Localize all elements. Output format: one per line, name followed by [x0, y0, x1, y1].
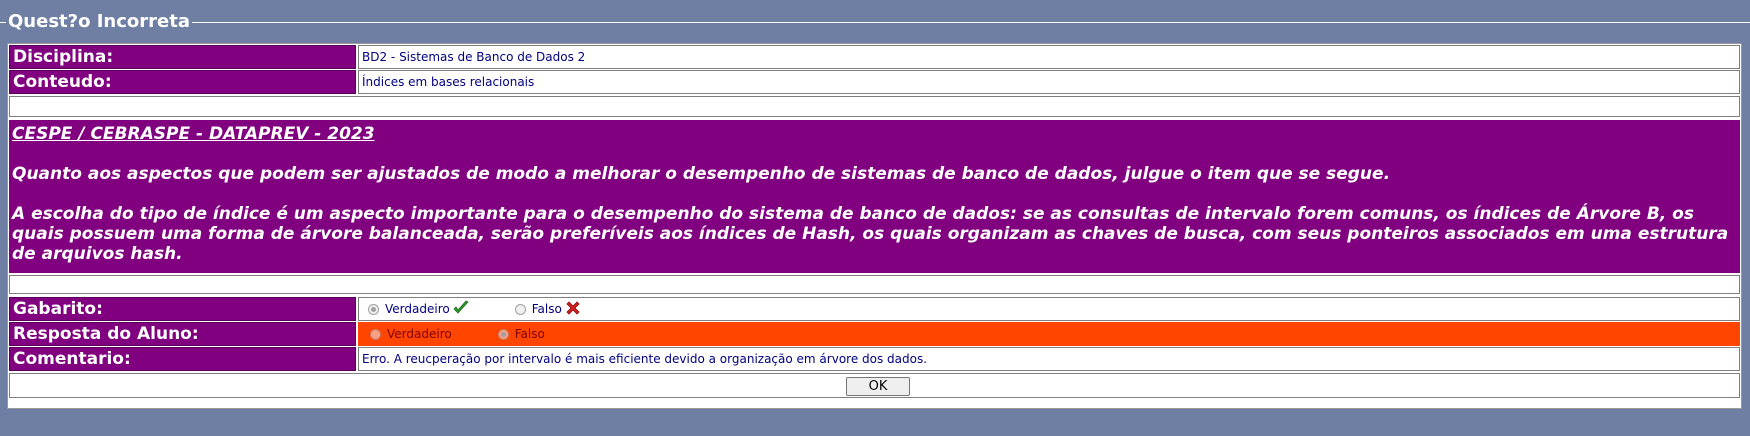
disciplina-label: Disciplina:: [9, 45, 356, 69]
panel-title: Quest?o Incorreta: [6, 10, 192, 34]
actions-row: OK: [9, 373, 1740, 398]
fieldset-border: [0, 22, 1750, 23]
resposta-option-label: Falso: [514, 327, 545, 341]
question-table: Disciplina: BD2 - Sistemas de Banco de D…: [7, 43, 1742, 409]
question-block: CESPE / CEBRASPE - DATAPREV - 2023 Quant…: [9, 120, 1740, 273]
gabarito-option-label: Falso: [531, 302, 562, 316]
row-disciplina: Disciplina: BD2 - Sistemas de Banco de D…: [9, 45, 1740, 69]
row-comentario: Comentario: Erro. A reucperação por inte…: [9, 347, 1740, 371]
question-panel: Quest?o Incorreta Disciplina: BD2 - Sist…: [0, 0, 1750, 436]
conteudo-label: Conteudo:: [9, 70, 356, 94]
comentario-label: Comentario:: [9, 347, 356, 371]
gabarito-option-falso[interactable]: Falso: [514, 300, 581, 319]
row-gabarito: Gabarito: Verdadeiro Falso: [9, 297, 1740, 321]
row-conteudo: Conteudo: Índices em bases relacionais: [9, 70, 1740, 94]
resposta-option-label: Verdadeiro: [387, 327, 452, 341]
conteudo-value: Índices em bases relacionais: [358, 70, 1740, 94]
question-prompt: Quanto aos aspectos que podem ser ajusta…: [12, 164, 1391, 184]
gabarito-label: Gabarito:: [9, 297, 356, 321]
resposta-options: Verdadeiro Falso: [358, 322, 1740, 346]
spacer-row: [9, 275, 1740, 294]
question-statement: A escolha do tipo de índice é um aspecto…: [12, 204, 1729, 264]
gabarito-option-label: Verdadeiro: [385, 302, 450, 316]
resposta-radio-falso[interactable]: [497, 328, 509, 340]
gabarito-options: Verdadeiro Falso: [358, 297, 1740, 321]
spacer-row: [9, 96, 1740, 117]
resposta-option-falso[interactable]: Falso: [497, 327, 545, 341]
check-icon: [453, 300, 469, 319]
gabarito-option-verdadeiro[interactable]: Verdadeiro: [368, 300, 469, 319]
question-source: CESPE / CEBRASPE - DATAPREV - 2023: [12, 124, 375, 144]
comentario-value: Erro. A reucperação por intervalo é mais…: [358, 347, 1740, 371]
row-resposta: Resposta do Aluno: Verdadeiro Falso: [9, 322, 1740, 346]
disciplina-value: BD2 - Sistemas de Banco de Dados 2: [358, 45, 1740, 69]
resposta-option-verdadeiro[interactable]: Verdadeiro: [370, 327, 452, 341]
resposta-radio-verdadeiro[interactable]: [370, 328, 381, 340]
gabarito-radio-falso[interactable]: [514, 303, 526, 315]
gabarito-radio-verdadeiro[interactable]: [368, 303, 379, 315]
resposta-label: Resposta do Aluno:: [9, 322, 356, 346]
ok-button[interactable]: OK: [846, 377, 910, 396]
cross-icon: [565, 300, 581, 319]
